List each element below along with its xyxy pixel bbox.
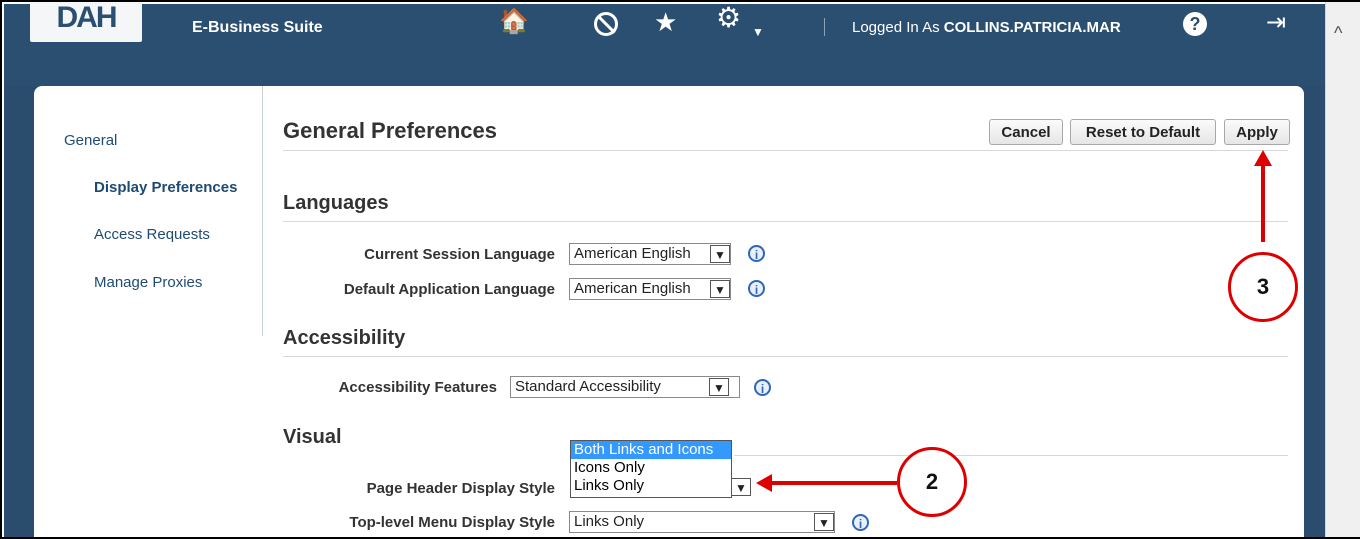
- title-divider: [283, 150, 1288, 151]
- section-languages: Languages: [283, 192, 389, 214]
- top-level-menu-display-style-value: Links Only: [574, 513, 645, 530]
- logged-in-as: Logged In As COLLINS.PATRICIA.MAR: [852, 19, 1121, 36]
- languages-divider: [283, 221, 1288, 222]
- current-session-language-label: Current Session Language: [364, 246, 555, 263]
- sidebar-nav: General Display Preferences Access Reque…: [34, 86, 263, 336]
- accessibility-divider: [283, 356, 1288, 357]
- callout-3: 3: [1228, 252, 1298, 322]
- username: COLLINS.PATRICIA.MAR: [943, 19, 1121, 36]
- info-icon[interactable]: i: [748, 280, 765, 297]
- chevron-down-icon[interactable]: ▼: [709, 378, 729, 396]
- sidebar-item-display-preferences[interactable]: Display Preferences: [94, 179, 237, 196]
- vertical-scrollbar[interactable]: ^: [1325, 2, 1360, 537]
- reset-to-default-button[interactable]: Reset to Default: [1070, 119, 1216, 145]
- company-logo: DAH: [30, 2, 142, 42]
- dropdown-option-links-only[interactable]: Links Only: [571, 477, 731, 495]
- dropdown-option-icons-only[interactable]: Icons Only: [571, 459, 731, 477]
- info-icon[interactable]: i: [754, 379, 771, 396]
- default-application-language-label: Default Application Language: [343, 281, 555, 298]
- home-icon[interactable]: 🏠: [499, 10, 529, 34]
- page-title: General Preferences: [283, 118, 498, 143]
- accessibility-features-select[interactable]: Standard Accessibility ▼: [510, 376, 740, 398]
- apply-button[interactable]: Apply: [1224, 119, 1290, 145]
- cancel-button[interactable]: Cancel: [989, 119, 1063, 145]
- sidebar-item-access-requests[interactable]: Access Requests: [94, 226, 210, 243]
- help-icon[interactable]: ?: [1183, 12, 1207, 36]
- screenshot-frame: DAH E-Business Suite 🏠 ★ ⚙ ▼ Logged In A…: [0, 0, 1360, 539]
- settings-caret-icon[interactable]: ▼: [752, 20, 764, 44]
- sidebar-item-general[interactable]: General: [64, 132, 117, 149]
- callout-3-arrowhead: [1254, 150, 1272, 166]
- dropdown-option-both-links-and-icons[interactable]: Both Links and Icons: [571, 441, 731, 459]
- global-header: DAH E-Business Suite 🏠 ★ ⚙ ▼ Logged In A…: [4, 2, 1328, 86]
- chevron-down-icon[interactable]: ▼: [814, 513, 834, 531]
- page-header-display-style-dropdown[interactable]: Both Links and Icons Icons Only Links On…: [570, 440, 732, 498]
- settings-gear-icon[interactable]: ⚙: [716, 4, 741, 32]
- section-visual: Visual: [283, 426, 342, 448]
- sidebar-item-manage-proxies[interactable]: Manage Proxies: [94, 274, 202, 291]
- page-header-display-style-label: Page Header Display Style: [366, 480, 555, 497]
- section-accessibility: Accessibility: [283, 327, 406, 349]
- callout-2: 2: [897, 447, 967, 517]
- chevron-down-icon[interactable]: ▼: [710, 245, 730, 263]
- suite-title: E-Business Suite: [192, 19, 323, 36]
- default-application-language-select[interactable]: American English ▼: [569, 278, 731, 300]
- chevron-down-icon[interactable]: ▼: [731, 478, 751, 496]
- accessibility-features-value: Standard Accessibility: [515, 378, 661, 395]
- callout-2-arrow-line: [772, 481, 897, 485]
- info-icon[interactable]: i: [748, 245, 765, 262]
- no-entry-icon[interactable]: [594, 12, 618, 36]
- visual-divider: [734, 455, 1288, 456]
- current-session-language-select[interactable]: American English ▼: [569, 243, 731, 265]
- content-panel: General Display Preferences Access Reque…: [34, 86, 1304, 537]
- logged-in-prefix: Logged In As: [852, 19, 940, 36]
- current-session-language-value: American English: [574, 245, 691, 262]
- favorites-star-icon[interactable]: ★: [654, 9, 677, 35]
- accessibility-features-label: Accessibility Features: [338, 379, 497, 396]
- info-icon[interactable]: i: [852, 514, 869, 531]
- chevron-down-icon[interactable]: ▼: [710, 280, 730, 298]
- callout-2-arrowhead: [756, 474, 772, 492]
- callout-3-arrow-line: [1261, 162, 1265, 242]
- logout-icon[interactable]: ⇥: [1266, 8, 1286, 37]
- top-level-menu-display-style-label: Top-level Menu Display Style: [349, 514, 555, 531]
- top-level-menu-display-style-select[interactable]: Links Only ▼: [569, 511, 835, 533]
- default-application-language-value: American English: [574, 280, 691, 297]
- app-chrome: DAH E-Business Suite 🏠 ★ ⚙ ▼ Logged In A…: [4, 2, 1328, 537]
- scroll-up-icon[interactable]: ^: [1334, 24, 1342, 42]
- header-separator: [824, 18, 825, 36]
